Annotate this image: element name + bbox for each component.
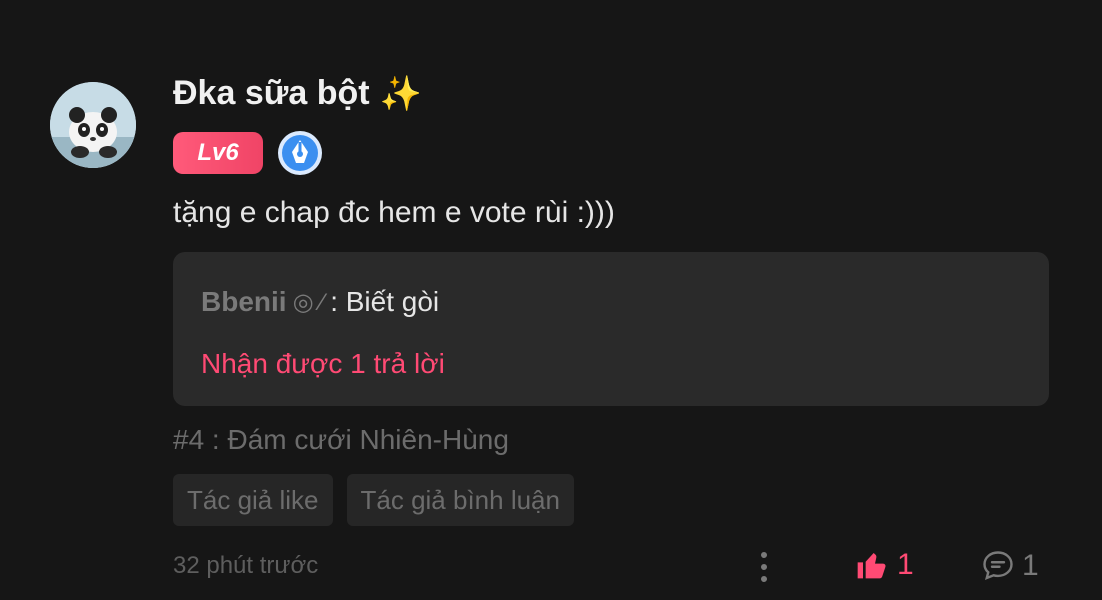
tag-author-like: Tác giả like — [173, 474, 333, 526]
reply-author[interactable]: Bbenii — [201, 286, 287, 318]
panda-avatar-icon — [50, 82, 136, 168]
thumbs-up-icon — [857, 553, 886, 579]
chapter-link[interactable]: #4 : Đám cưới Nhiên-Hùng — [173, 424, 509, 456]
spiral-icon: ◎ ⁄ — [292, 288, 325, 316]
reply-preview[interactable]: Bbenii ◎ ⁄ : Biết gòi Nhận được 1 trả lờ… — [173, 252, 1049, 406]
replies-link[interactable]: Nhận được 1 trả lời — [201, 348, 445, 380]
user-badges: Lv6 — [173, 130, 323, 176]
tag-list: Tác giả like Tác giả bình luận — [173, 474, 574, 526]
more-vertical-icon[interactable] — [755, 552, 773, 582]
comment-bubble-icon — [983, 551, 1013, 580]
comment-text: tặng e chap đc hem e vote rùi :))) — [173, 196, 615, 229]
pen-badge-icon — [277, 130, 323, 176]
tag-author-comment: Tác giả bình luận — [346, 474, 574, 526]
reply-button[interactable]: 1 — [980, 548, 1039, 584]
like-button[interactable]: 1 — [855, 548, 914, 582]
like-count: 1 — [897, 548, 914, 581]
avatar[interactable] — [50, 82, 136, 168]
username[interactable]: Đka sữa bột ✨ — [173, 74, 422, 113]
level-badge: Lv6 — [173, 132, 263, 174]
sparkles-icon: ✨ — [379, 74, 422, 113]
reply-line: Bbenii ◎ ⁄ : Biết gòi — [201, 286, 439, 318]
timestamp: 32 phút trước — [173, 552, 319, 579]
reply-count: 1 — [1022, 549, 1039, 582]
reply-text: : Biết gòi — [330, 286, 440, 317]
username-text: Đka sữa bột — [173, 74, 370, 112]
